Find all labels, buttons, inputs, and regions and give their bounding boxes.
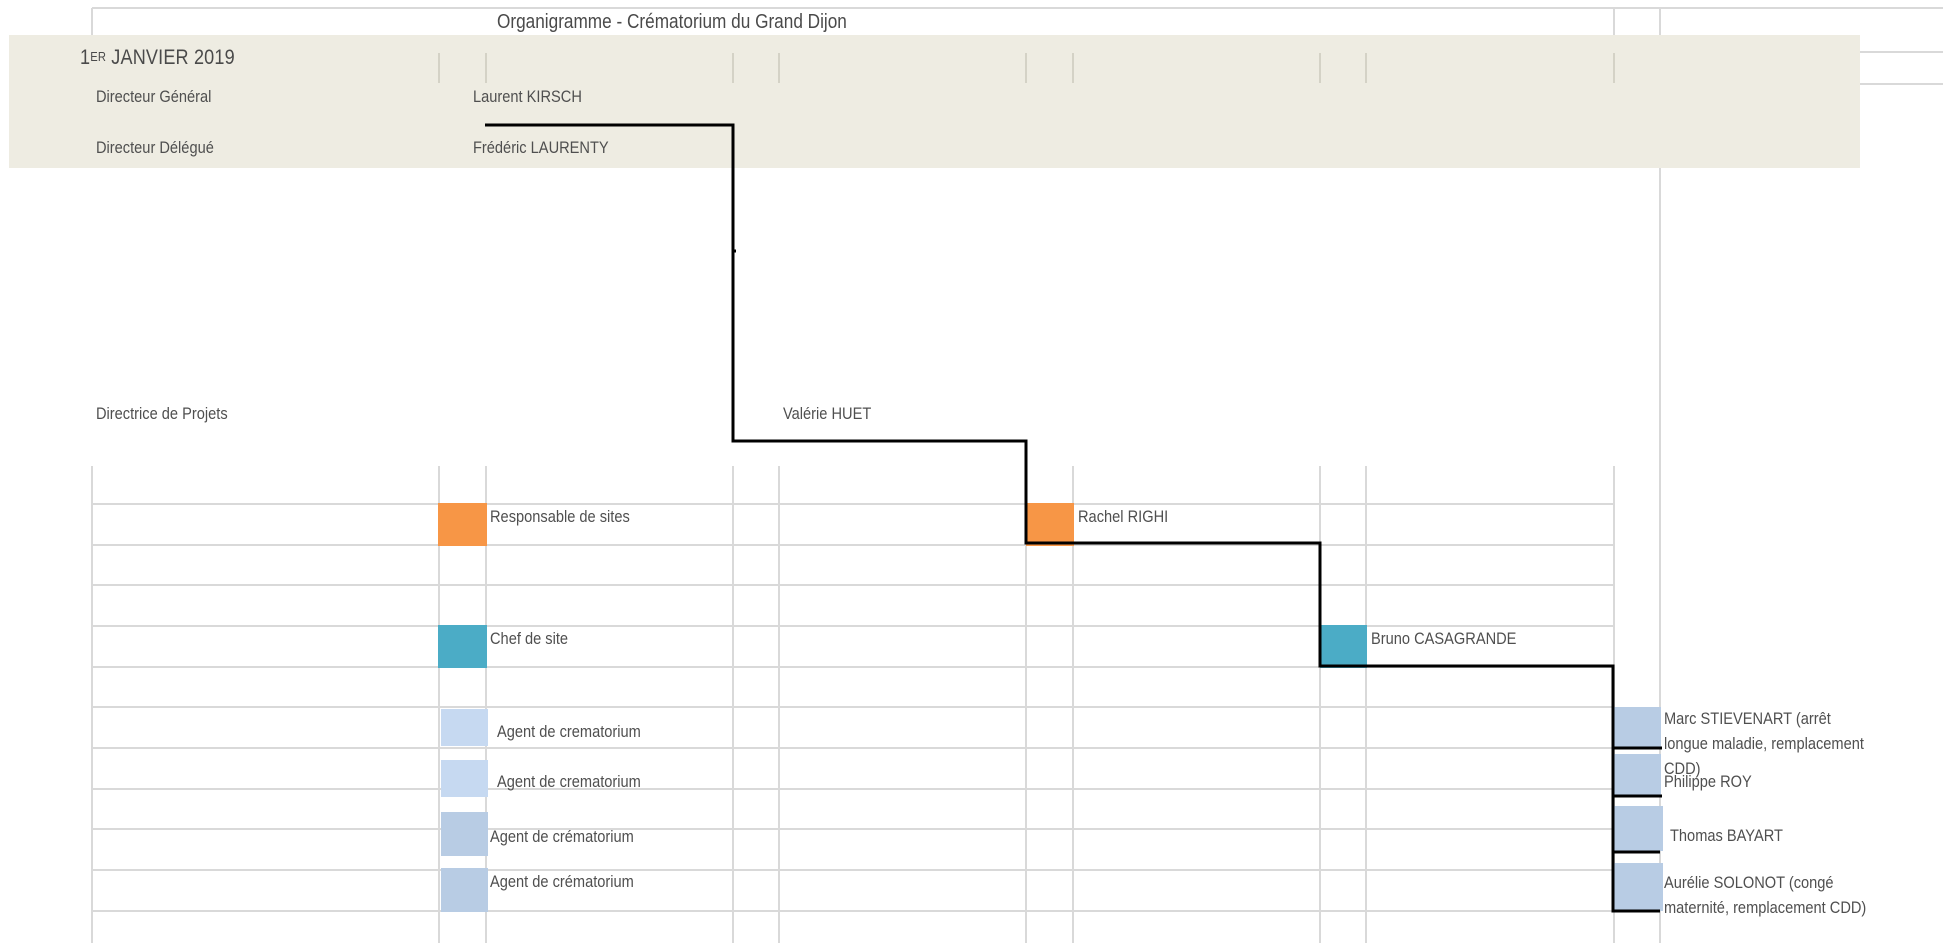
legend-swatch-agent-2 bbox=[441, 760, 488, 797]
person-box-aurelie-solonot bbox=[1614, 863, 1663, 911]
legend-label-agent-3: Agent de crématorium bbox=[490, 827, 634, 846]
legend-swatch-agent-4 bbox=[441, 868, 488, 912]
legend-swatch-agent-3 bbox=[441, 812, 488, 856]
person-name-aurelie-solonot: Aurélie SOLONOT (congé maternité, rempla… bbox=[1664, 873, 1867, 917]
person-name-bruno-casagrande: Bruno CASAGRANDE bbox=[1371, 629, 1517, 648]
directrice-projets-label: Directrice de Projets bbox=[96, 404, 228, 423]
directeur-general-label: Directeur Général bbox=[96, 87, 212, 106]
effective-date: 1ER JANVIER 2019 bbox=[80, 46, 235, 69]
legend-label-agent-1: Agent de crematorium bbox=[497, 722, 641, 741]
person-name-philippe-roy: Philippe ROY bbox=[1664, 772, 1752, 791]
person-box-thomas-bayart bbox=[1614, 806, 1663, 851]
legend-label-chef: Chef de site bbox=[490, 629, 569, 648]
legend-swatch-responsable bbox=[438, 503, 487, 546]
header-band bbox=[9, 35, 1860, 168]
chart-title: Organigramme - Crématorium du Grand Dijo… bbox=[497, 11, 847, 33]
person-name-marc-stievenart: Marc STIEVENART (arrêt longue maladie, r… bbox=[1664, 709, 1864, 778]
legend-swatch-chef bbox=[438, 625, 487, 668]
directeur-general-name: Laurent KIRSCH bbox=[473, 87, 582, 106]
legend-label-responsable: Responsable de sites bbox=[490, 507, 630, 526]
directeur-delegue-label: Directeur Délégué bbox=[96, 138, 214, 157]
legend-label-agent-2: Agent de crematorium bbox=[497, 772, 641, 791]
person-box-marc-stievenart bbox=[1614, 707, 1661, 748]
person-box-rachel-righi bbox=[1026, 503, 1074, 546]
person-box-philippe-roy bbox=[1614, 754, 1661, 796]
person-box-bruno-casagrande bbox=[1320, 625, 1367, 668]
directeur-delegue-name: Frédéric LAURENTY bbox=[473, 138, 609, 157]
directrice-projets-name: Valérie HUET bbox=[783, 404, 872, 423]
legend-label-agent-4: Agent de crématorium bbox=[490, 872, 634, 891]
person-name-rachel-righi: Rachel RIGHI bbox=[1078, 507, 1169, 526]
legend-swatch-agent-1 bbox=[441, 709, 488, 746]
person-name-thomas-bayart: Thomas BAYART bbox=[1670, 826, 1783, 845]
header-band-gridlines bbox=[438, 53, 1615, 83]
